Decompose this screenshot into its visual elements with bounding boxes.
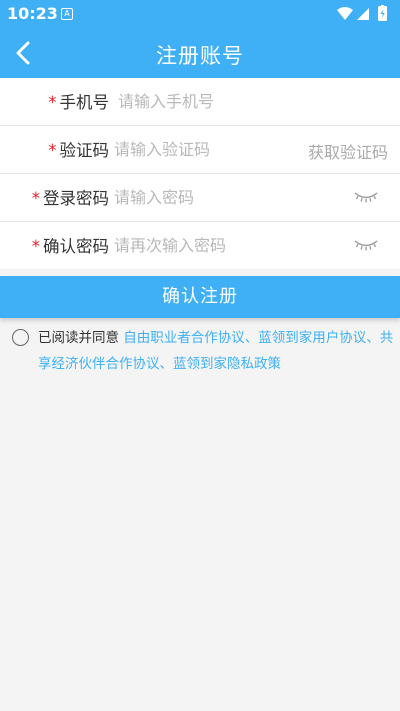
confirm-register-button[interactable]: 确认注册 (0, 276, 400, 318)
phone-input[interactable] (118, 87, 298, 115)
required-marker: * (48, 141, 57, 160)
get-code-button[interactable]: 获取验证码 (308, 139, 388, 163)
link-privacy-policy[interactable]: 蓝领到家隐私政策 (173, 356, 281, 372)
phone-label: * 手机号 (48, 93, 109, 112)
eye-closed-icon[interactable] (354, 190, 378, 204)
wifi-icon (337, 7, 353, 20)
register-form: *手机号 *验证码 获取验证码 *登录密码 *确认密码 (0, 78, 400, 269)
confirm-label: * 确认密码 (31, 237, 109, 256)
confirm-password-input[interactable] (114, 231, 294, 259)
app-bar: 注册账号 (0, 28, 400, 78)
status-bar: 10:23 A (0, 0, 400, 28)
agree-radio[interactable] (12, 329, 29, 346)
link-user-agreement[interactable]: 蓝领到家用户协议 (258, 330, 366, 346)
app-notification-icon: A (61, 8, 73, 20)
password-input[interactable] (114, 183, 294, 211)
phone-row: * 手机号 (0, 78, 400, 126)
code-label: * 验证码 (48, 141, 109, 160)
required-marker: * (31, 237, 40, 256)
code-input[interactable] (114, 135, 294, 163)
agreement-prefix: 已阅读并同意 (38, 330, 124, 346)
page-title: 注册账号 (156, 44, 244, 68)
system-status-icons (337, 5, 387, 21)
password-label: * 登录密码 (31, 189, 109, 208)
agreement-text: 已阅读并同意 自由职业者合作协议、蓝领到家用户协议、共享经济伙伴合作协议、蓝领到… (38, 330, 394, 372)
status-time: 10:23 (7, 4, 58, 23)
code-row: *验证码 获取验证码 (0, 126, 400, 174)
confirm-row: * 确认密码 (0, 222, 400, 269)
required-marker: * (48, 93, 57, 112)
required-marker: * (31, 189, 40, 208)
password-row: * 登录密码 (0, 174, 400, 222)
eye-closed-icon[interactable] (354, 238, 378, 252)
signal-icon (357, 8, 369, 20)
link-freelancer-agreement[interactable]: 自由职业者合作协议 (123, 330, 245, 346)
